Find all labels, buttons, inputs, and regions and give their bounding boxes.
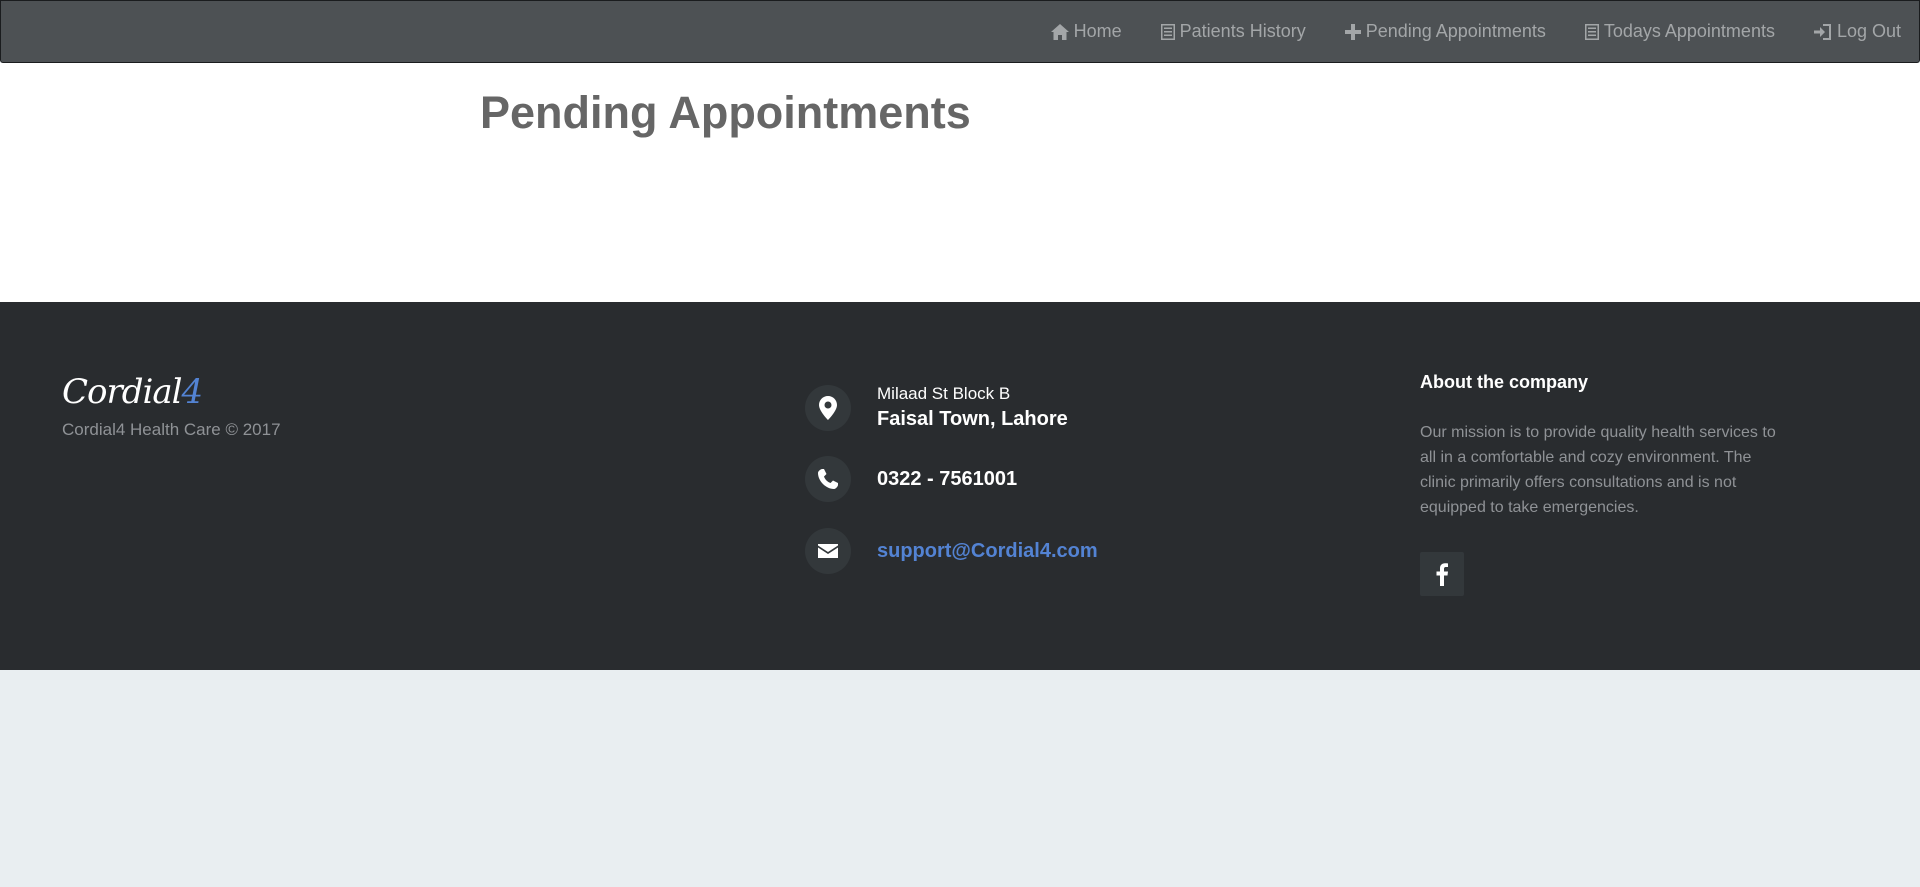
map-marker-icon — [805, 384, 851, 431]
nav-item-todays-appointments[interactable]: Todays Appointments — [1584, 21, 1775, 42]
brand-logo[interactable]: Cordial4 — [62, 372, 204, 412]
brand-accent: 4 — [181, 372, 204, 412]
email-link[interactable]: support@Cordial4.com — [877, 540, 1098, 563]
nav-item-home[interactable]: Home — [1050, 21, 1122, 42]
nav-item-patients-history[interactable]: Patients History — [1160, 21, 1306, 42]
facebook-button[interactable] — [1420, 552, 1464, 596]
nav-item-label: Log Out — [1836, 21, 1901, 41]
contact-address: Milaad St Block B Faisal Town, Lahore — [805, 384, 1068, 431]
brand-name: Cordial — [62, 372, 183, 412]
list-icon — [1584, 23, 1599, 40]
list-icon — [1160, 23, 1175, 40]
page-title: Pending Appointments — [480, 87, 971, 138]
address-line2: Faisal Town, Lahore — [877, 408, 1068, 430]
address-line1: Milaad St Block B — [877, 384, 1011, 403]
about-text: Our mission is to provide quality health… — [1420, 424, 1776, 516]
nav-item-label: Home — [1073, 21, 1122, 41]
logout-icon — [1813, 23, 1831, 40]
site-footer: Cordial4 Cordial4 Health Care © 2017 Mil… — [0, 302, 1920, 670]
nav-item-pending-appointments[interactable]: Pending Appointments — [1344, 21, 1546, 42]
phone-icon — [805, 456, 851, 502]
nav-menu: Home Patients History Pending Appointmen… — [1012, 1, 1901, 62]
nav-item-log-out[interactable]: Log Out — [1813, 21, 1901, 42]
nav-item-label: Patients History — [1179, 21, 1306, 41]
copyright-text: Cordial4 Health Care © 2017 — [62, 420, 281, 439]
nav-item-label: Pending Appointments — [1365, 21, 1546, 41]
nav-item-label: Todays Appointments — [1603, 21, 1775, 41]
contact-phone: 0322 - 7561001 — [805, 456, 1017, 502]
main-content: Pending Appointments — [0, 63, 1920, 302]
about-title: About the company — [1420, 372, 1589, 392]
facebook-icon — [1436, 563, 1448, 586]
envelope-icon — [805, 528, 851, 574]
page-background — [0, 670, 1920, 887]
plus-icon — [1344, 23, 1361, 40]
contact-email: support@Cordial4.com — [805, 528, 1098, 574]
phone-number: 0322 - 7561001 — [877, 467, 1018, 490]
home-icon — [1050, 23, 1069, 40]
address-block: Milaad St Block B Faisal Town, Lahore — [877, 384, 1068, 431]
top-navbar: Home Patients History Pending Appointmen… — [0, 0, 1920, 63]
